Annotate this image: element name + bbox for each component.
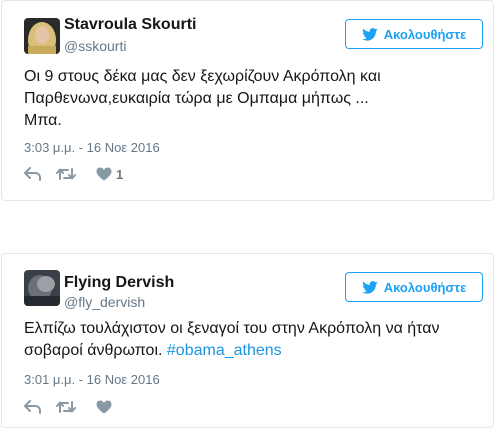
like-count: 1	[116, 166, 124, 182]
tweet-text-line: Μπα.	[24, 112, 62, 129]
username[interactable]: @fly_dervish	[64, 294, 145, 310]
avatar[interactable]	[24, 270, 60, 306]
tweet-text-line: Οι 9 στους δέκα μας δεν ξεχωρίζουν Ακρόπ…	[24, 68, 381, 85]
follow-button[interactable]: Ακολουθήστε	[345, 272, 483, 302]
heart-icon	[96, 400, 112, 414]
hashtag-link[interactable]: #obama_athens	[167, 342, 282, 359]
tweet-timestamp[interactable]: 3:01 μ.μ. - 16 Νοε 2016	[24, 372, 160, 387]
avatar-image	[24, 18, 60, 54]
retweet-icon	[56, 401, 76, 413]
reply-icon	[24, 400, 41, 414]
tweet-text-line: σοβαροί άνθρωποι. #obama_athens	[24, 340, 474, 362]
avatar-image	[24, 270, 60, 306]
avatar[interactable]	[24, 18, 60, 54]
twitter-bird-icon	[361, 280, 378, 294]
reply-button[interactable]	[24, 164, 41, 184]
tweet-text: Ελπίζω τουλάχιστον οι ξεναγοί του στην Α…	[24, 318, 474, 362]
tweet-text: Οι 9 στους δέκα μας δεν ξεχωρίζουν Ακρόπ…	[24, 66, 474, 132]
follow-button-label: Ακολουθήστε	[383, 26, 467, 42]
twitter-bird-icon	[361, 27, 378, 41]
follow-button-label: Ακολουθήστε	[383, 279, 467, 295]
follow-button[interactable]: Ακολουθήστε	[345, 19, 483, 49]
tweet-text-plain: σοβαροί άνθρωποι.	[24, 342, 167, 359]
like-button[interactable]	[96, 397, 116, 417]
reply-icon	[24, 167, 41, 181]
retweet-button[interactable]	[56, 397, 76, 417]
tweet-timestamp[interactable]: 3:03 μ.μ. - 16 Νοε 2016	[24, 140, 160, 155]
like-button[interactable]: 1	[96, 164, 123, 184]
heart-icon	[96, 167, 112, 181]
display-name[interactable]: Flying Dervish	[64, 274, 174, 292]
retweet-icon	[56, 168, 76, 180]
tweet-text-line: Παρθενωνα,ευκαιρία τώρα με Ομπαμα μήπως …	[24, 90, 369, 107]
reply-button[interactable]	[24, 397, 41, 417]
tweet-card: Stavroula Skourti @sskourti Ακολουθήστε …	[1, 0, 494, 201]
display-name[interactable]: Stavroula Skourti	[64, 16, 196, 34]
retweet-button[interactable]	[56, 164, 76, 184]
tweet-card: Flying Dervish @fly_dervish Ακολουθήστε …	[1, 253, 494, 428]
username[interactable]: @sskourti	[64, 38, 126, 54]
tweet-text-line: Ελπίζω τουλάχιστον οι ξεναγοί του στην Α…	[24, 320, 440, 337]
